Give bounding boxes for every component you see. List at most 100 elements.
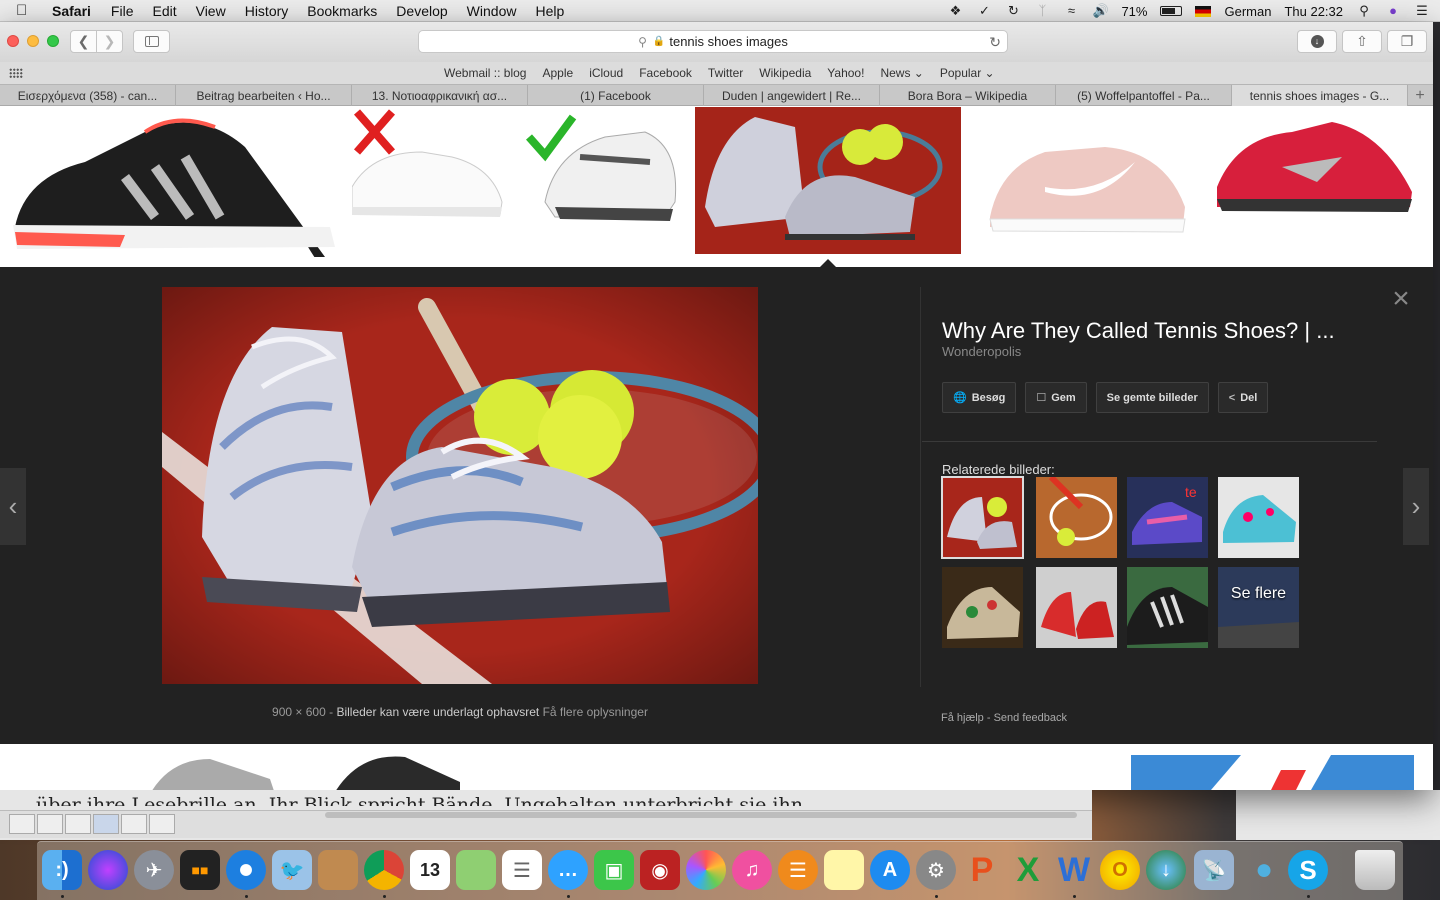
image-title[interactable]: Why Are They Called Tennis Shoes? | ... [942, 318, 1362, 344]
result-thumb-black-shoe[interactable] [5, 107, 341, 257]
result-thumb-gray-shoe[interactable] [150, 754, 280, 790]
result-thumb-white-sneaker-cross[interactable] [352, 107, 507, 227]
sidebar-toggle-button[interactable] [133, 30, 170, 53]
forward-button[interactable]: ❯ [96, 30, 123, 53]
address-bar[interactable]: ⚲ 🔒 tennis shoes images ↻ [418, 30, 1008, 53]
excel-icon[interactable]: X [1008, 850, 1048, 890]
related-image-1[interactable] [941, 476, 1024, 559]
wifi-icon[interactable]: ≈ [1063, 4, 1079, 18]
view-mode-2-button[interactable] [37, 814, 63, 834]
favorite-webmail[interactable]: Webmail :: blog [444, 66, 526, 80]
tab-beitrag[interactable]: Beitrag bearbeiten ‹ Ho... [176, 85, 352, 106]
share-button[interactable]: ⇧ [1342, 30, 1382, 53]
tab-facebook[interactable]: (1) Facebook [528, 85, 704, 106]
share-link-button[interactable]: < Del [1217, 382, 1269, 413]
battery-percent[interactable]: 71% [1121, 4, 1147, 19]
see-more-label[interactable]: Se flere [1218, 585, 1299, 603]
itunes-icon[interactable]: ♫ [732, 850, 772, 890]
dropbox-icon[interactable]: ❖ [947, 4, 963, 18]
activity-monitor-icon[interactable]: ■■ [180, 850, 220, 890]
satellite-app-icon[interactable]: 📡 [1194, 850, 1234, 890]
window-close-button[interactable] [7, 35, 19, 47]
system-preferences-icon[interactable]: ⚙ [916, 850, 956, 890]
window-fullscreen-button[interactable] [47, 35, 59, 47]
back-button[interactable]: ❮ [70, 30, 97, 53]
outlook-icon[interactable]: O [1100, 850, 1140, 890]
finder-icon[interactable]: :) [42, 850, 82, 890]
grid-icon[interactable] [9, 68, 23, 78]
result-thumb-tennis-court-shoes[interactable] [695, 107, 961, 254]
menu-edit[interactable]: Edit [152, 3, 176, 19]
related-image-2[interactable] [1036, 477, 1117, 558]
view-mode-5-button[interactable] [121, 814, 147, 834]
previous-image-button[interactable]: ‹ [0, 468, 26, 545]
notification-center-icon[interactable]: ☰ [1414, 4, 1430, 18]
downloads-button[interactable]: ↓ [1297, 30, 1337, 53]
siri-icon[interactable] [88, 850, 128, 890]
menu-app-safari[interactable]: Safari [52, 3, 91, 19]
help-link[interactable]: Få hjælp [941, 712, 984, 724]
close-viewer-button[interactable]: × [1388, 284, 1414, 314]
safari-icon[interactable] [226, 850, 266, 890]
result-thumb-blue-image[interactable] [1131, 755, 1414, 790]
related-image-3[interactable]: te [1127, 477, 1208, 558]
menu-window[interactable]: Window [467, 3, 517, 19]
image-source[interactable]: Wonderopolis [942, 344, 1021, 359]
window-minimize-button[interactable] [27, 35, 39, 47]
favorite-news-folder[interactable]: News ⌄ [880, 66, 923, 80]
favorite-popular-folder[interactable]: Popular ⌄ [940, 66, 995, 80]
save-button[interactable]: ☐ Gem [1025, 382, 1087, 413]
contacts-icon[interactable] [318, 850, 358, 890]
bluetooth-icon[interactable]: ᛉ [1034, 4, 1050, 18]
see-more-related-button[interactable] [1218, 567, 1299, 648]
menu-develop[interactable]: Develop [396, 3, 447, 19]
background-scrollbar[interactable] [325, 812, 1077, 818]
menu-bookmarks[interactable]: Bookmarks [307, 3, 377, 19]
skype-icon[interactable]: S [1288, 850, 1328, 890]
favorite-wikipedia[interactable]: Wikipedia [759, 66, 811, 80]
menu-history[interactable]: History [245, 3, 289, 19]
trash-icon[interactable] [1355, 850, 1395, 890]
favorite-twitter[interactable]: Twitter [708, 66, 743, 80]
apple-icon[interactable]:  [16, 2, 40, 19]
tab-tennis-shoes[interactable]: tennis shoes images - G... [1232, 85, 1408, 106]
copyright-notice-link[interactable]: Billeder kan være underlagt ophavsret [336, 705, 539, 719]
globe-download-icon[interactable]: ↓ [1146, 850, 1186, 890]
view-mode-6-button[interactable] [149, 814, 175, 834]
tab-mail[interactable]: Εισερχόμενα (358) - can... [0, 85, 176, 106]
reload-icon[interactable]: ↻ [989, 34, 1001, 51]
view-mode-3-button[interactable] [65, 814, 91, 834]
calendar-icon[interactable]: 13 [410, 850, 450, 890]
app-store-icon[interactable]: A [870, 850, 910, 890]
menu-help[interactable]: Help [535, 3, 564, 19]
tab-bora-bora[interactable]: Bora Bora – Wikipedia [880, 85, 1056, 106]
view-mode-1-button[interactable] [9, 814, 35, 834]
favorite-apple[interactable]: Apple [542, 66, 573, 80]
feedback-link[interactable]: Send feedback [994, 712, 1067, 724]
menu-view[interactable]: View [196, 3, 226, 19]
maps-icon[interactable] [456, 850, 496, 890]
tab-woffelpantoffel[interactable]: (5) Woffelpantoffel - Pa... [1056, 85, 1232, 106]
related-image-5[interactable] [942, 567, 1023, 648]
input-source-label[interactable]: German [1224, 4, 1271, 19]
visit-button[interactable]: 🌐 Besøg [942, 382, 1017, 413]
saved-images-button[interactable]: Se gemte billeder [1095, 382, 1209, 413]
result-thumb-white-sneakers-check[interactable] [525, 107, 685, 232]
photo-booth-icon[interactable]: ◉ [640, 850, 680, 890]
related-image-4[interactable] [1218, 477, 1299, 558]
result-thumb-red-mizuno[interactable] [1212, 107, 1417, 222]
groups-app-icon[interactable]: ● [1244, 850, 1284, 890]
german-flag-icon[interactable] [1195, 5, 1212, 17]
favorite-facebook[interactable]: Facebook [639, 66, 692, 80]
volume-icon[interactable]: 🔊 [1092, 4, 1108, 18]
menu-file[interactable]: File [111, 3, 134, 19]
view-mode-4-button[interactable] [93, 814, 119, 834]
favorite-yahoo[interactable]: Yahoo! [827, 66, 864, 80]
word-icon[interactable]: W [1054, 850, 1094, 890]
related-image-6[interactable] [1036, 567, 1117, 648]
more-info-link[interactable]: Få flere oplysninger [543, 705, 648, 719]
facetime-icon[interactable]: ▣ [594, 850, 634, 890]
time-machine-icon[interactable]: ↻ [1005, 4, 1021, 18]
messages-icon[interactable]: … [548, 850, 588, 890]
reminders-icon[interactable]: ☰ [502, 850, 542, 890]
